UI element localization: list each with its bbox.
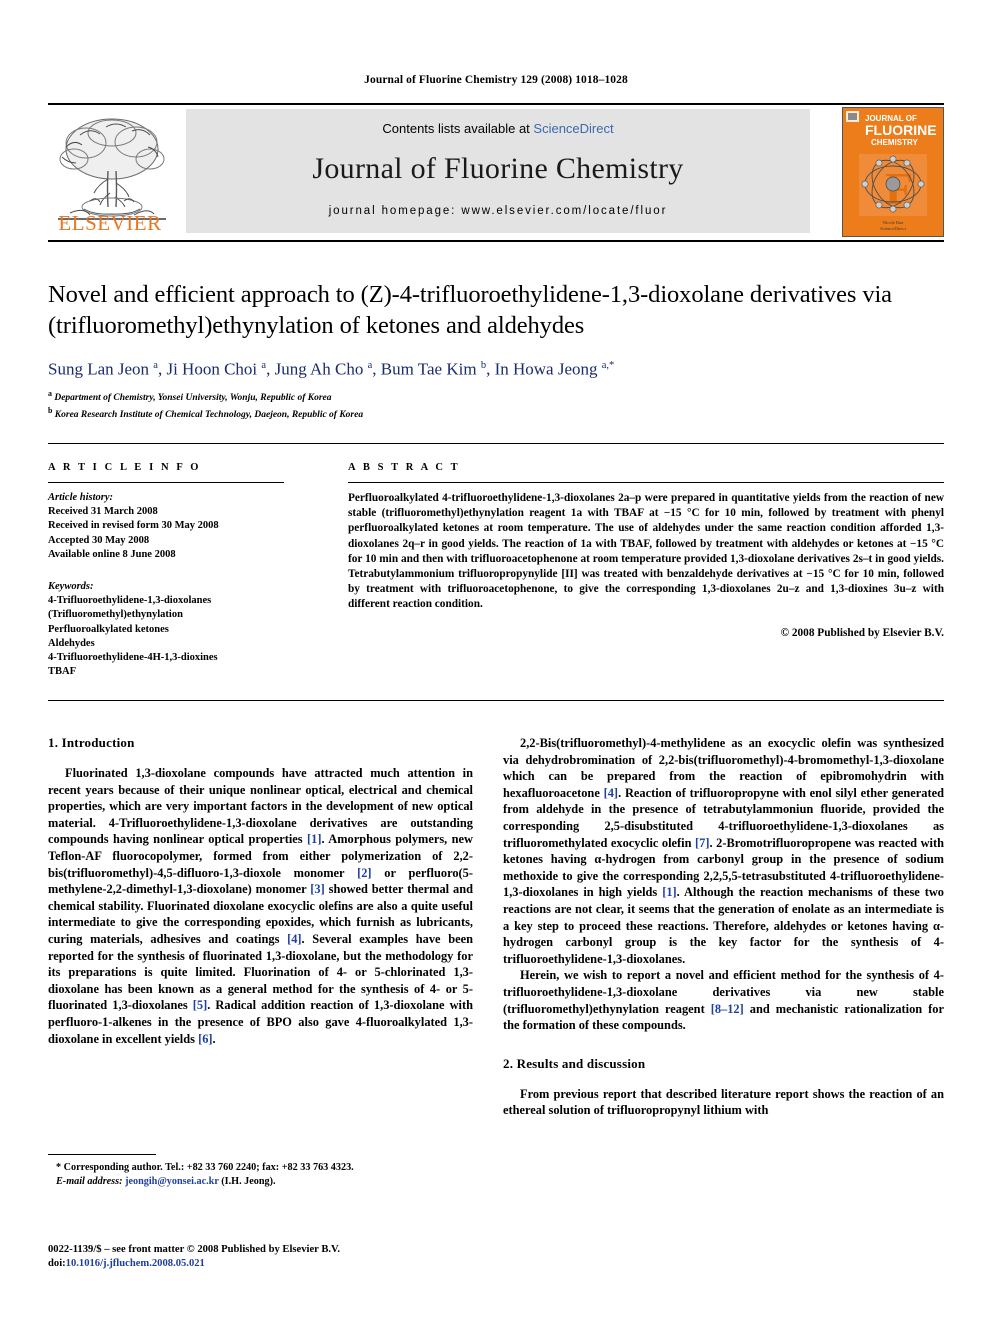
history-item: Accepted 30 May 2008 — [48, 534, 150, 546]
svg-text:Nicole Ban: Nicole Ban — [883, 220, 904, 225]
sciencedirect-link[interactable]: ScienceDirect — [533, 121, 613, 136]
body-column-right: 2,2-Bis(trifluoromethyl)-4-methylidene a… — [503, 735, 944, 1119]
keyword-item: 4-Trifluoroethylidene-1,3-dioxolanes — [48, 595, 212, 607]
history-item: Available online 8 June 2008 — [48, 548, 176, 560]
affiliation-b-text: Korea Research Institute of Chemical Tec… — [54, 410, 364, 421]
journal-title: Journal of Fluorine Chemistry — [312, 152, 684, 185]
body-column-left: 1. Introduction Fluorinated 1,3-dioxolan… — [48, 735, 473, 1047]
keywords-label: Keywords: — [48, 581, 94, 593]
journal-masthead: ELSEVIER Contents lists available at Sci… — [48, 103, 944, 242]
article-history-label: Article history: — [48, 492, 114, 503]
info-divider-bottom — [48, 700, 944, 701]
abstract-column: A B S T R A C T Perfluoroalkylated 4-tri… — [348, 462, 944, 639]
title-block: Novel and efficient approach to (Z)-4-tr… — [48, 279, 944, 422]
section-heading-introduction: 1. Introduction — [48, 735, 135, 750]
page-footer: 0022-1139/$ – see front matter © 2008 Pu… — [48, 1243, 548, 1271]
abstract-copyright: © 2008 Published by Elsevier B.V. — [780, 626, 944, 639]
keyword-item: Perfluoroalkylated ketones — [48, 623, 169, 635]
corresponding-author-line: * Corresponding author. Tel.: +82 33 760… — [56, 1162, 354, 1173]
abstract-rule — [348, 482, 944, 483]
keyword-item: Aldehydes — [48, 637, 95, 649]
contents-prefix: Contents lists available at — [382, 121, 534, 136]
page-title: Novel and efficient approach to (Z)-4-tr… — [48, 281, 892, 339]
masthead-grey-band: Contents lists available at ScienceDirec… — [186, 109, 810, 233]
keyword-item: (Trifluoromethyl)ethynylation — [48, 609, 183, 621]
history-item: Received in revised form 30 May 2008 — [48, 520, 219, 532]
article-info-column: A R T I C L E I N F O Article history: R… — [48, 462, 284, 679]
keyword-item: TBAF — [48, 666, 77, 678]
article-info-rule — [48, 482, 284, 483]
article-history: Article history: Received 31 March 2008 … — [48, 491, 284, 562]
journal-cover-thumbnail: JOURNAL OF FLUORINE CHEMISTRY F Nicole B… — [842, 107, 944, 237]
section-heading-results: 2. Results and discussion — [503, 1055, 646, 1071]
abstract-text: Perfluoroalkylated 4-trifluoroethylidene… — [348, 492, 944, 611]
affiliation-b: b Korea Research Institute of Chemical T… — [48, 406, 364, 421]
info-divider-top — [48, 443, 944, 444]
intro-paragraph-left: Fluorinated 1,3-dioxolane compounds have… — [48, 766, 474, 1046]
abstract-heading: A B S T R A C T — [348, 462, 461, 473]
journal-homepage-line[interactable]: journal homepage: www.elsevier.com/locat… — [186, 205, 810, 217]
keywords-block: Keywords: 4-Trifluoroethylidene-1,3-diox… — [48, 580, 284, 679]
svg-text:FLUORINE: FLUORINE — [865, 122, 937, 138]
svg-text:CHEMISTRY: CHEMISTRY — [871, 138, 918, 147]
footnote-divider — [48, 1154, 156, 1155]
article-info-heading: A R T I C L E I N F O — [48, 462, 202, 473]
contents-available-line: Contents lists available at ScienceDirec… — [186, 121, 810, 136]
doi-link[interactable]: 10.1016/j.jfluchem.2008.05.021 — [66, 1258, 205, 1269]
affiliation-a-text: Department of Chemistry, Yonsei Universi… — [54, 392, 332, 403]
issn-copyright-line: 0022-1139/$ – see front matter © 2008 Pu… — [48, 1244, 340, 1255]
keyword-item: 4-Trifluoroethylidene-4H-1,3-dioxines — [48, 652, 218, 664]
paper-page: Journal of Fluorine Chemistry 129 (2008)… — [0, 0, 992, 1323]
doi-line: doi:10.1016/j.jfluchem.2008.05.021 — [48, 1257, 548, 1271]
intro-paragraph-right-2: Herein, we wish to report a novel and ef… — [503, 968, 944, 1033]
running-head: Journal of Fluorine Chemistry 129 (2008)… — [364, 74, 628, 86]
corresponding-author-footnote: * Corresponding author. Tel.: +82 33 760… — [48, 1154, 473, 1188]
svg-text:ScienceDirect: ScienceDirect — [880, 226, 906, 231]
author-list: Sung Lan Jeon a, Ji Hoon Choi a, Jung Ah… — [48, 359, 615, 379]
affiliation-a: a Department of Chemistry, Yonsei Univer… — [48, 388, 332, 403]
intro-paragraph-right-1: 2,2-Bis(trifluoromethyl)-4-methylidene a… — [503, 736, 944, 966]
history-item: Received 31 March 2008 — [48, 506, 158, 518]
elsevier-wordmark: ELSEVIER — [58, 211, 162, 235]
results-paragraph-right-1: From previous report that described lite… — [503, 1086, 944, 1118]
doi-prefix: doi: — [48, 1258, 66, 1269]
corresponding-author-email-line: E-mail address: jeongih@yonsei.ac.kr (I.… — [56, 1175, 276, 1187]
